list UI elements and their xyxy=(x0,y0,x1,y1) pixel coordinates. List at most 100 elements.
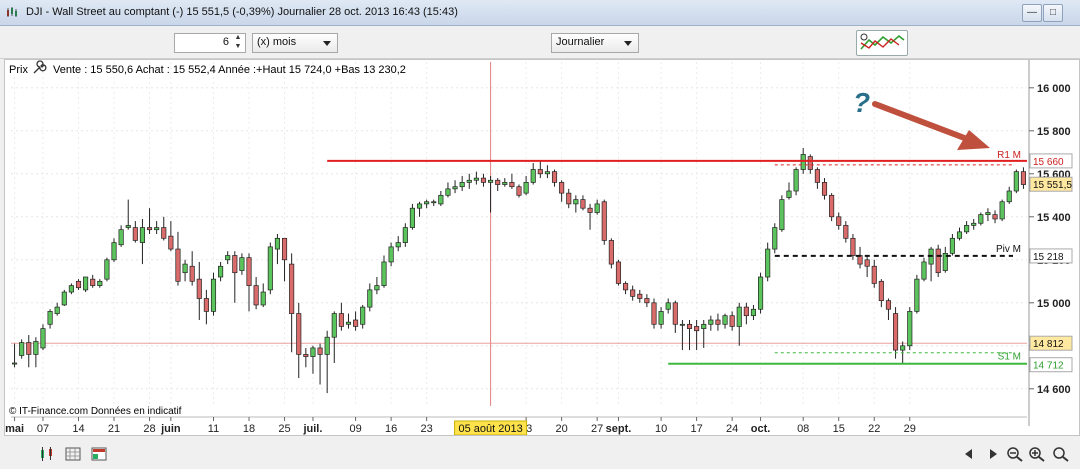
candle xyxy=(509,182,515,188)
candle xyxy=(772,227,778,250)
y-axis: 14 60014 80015 00015 20015 40015 60015 8… xyxy=(1028,60,1073,426)
x-tick-label: 28 xyxy=(143,423,155,435)
x-tick-label: 20 xyxy=(556,423,568,435)
candle xyxy=(502,182,508,185)
chevron-down-icon xyxy=(323,41,331,46)
candle xyxy=(800,154,806,170)
candle xyxy=(146,227,153,231)
timeframe-select[interactable]: Journalier xyxy=(551,33,639,53)
candle xyxy=(864,259,870,267)
chevron-down-icon xyxy=(624,41,632,46)
candle xyxy=(786,190,792,198)
scroll-left-icon[interactable] xyxy=(960,446,978,462)
x-tick-label: sept. xyxy=(606,423,632,435)
y-tick-label: 14 600 xyxy=(1037,384,1071,396)
chart-area[interactable]: R1 M Piv M S1 M 14 60014 80015 00015 20015… xyxy=(4,59,1080,436)
grid-icon[interactable] xyxy=(64,446,82,462)
zoom-reset-icon[interactable] xyxy=(1052,446,1070,462)
candle xyxy=(345,321,352,325)
candle xyxy=(694,326,700,332)
candle xyxy=(424,201,430,205)
candle xyxy=(758,276,764,310)
candle xyxy=(701,323,707,329)
candle xyxy=(253,285,259,306)
candle xyxy=(985,212,991,216)
minimize-icon: — xyxy=(1027,7,1037,18)
candle xyxy=(324,336,330,355)
candle xyxy=(793,169,799,192)
candle xyxy=(743,306,749,317)
candle xyxy=(19,342,25,356)
candles-group xyxy=(11,148,1027,394)
period-stepper[interactable]: 6 ▲ ▼ xyxy=(174,33,246,53)
candle xyxy=(310,347,316,357)
candle xyxy=(83,276,89,291)
r1-value-badge-text: 15 660 xyxy=(1033,157,1064,168)
candle xyxy=(90,278,96,286)
strategy-button[interactable] xyxy=(856,30,908,56)
x-tick-label: 08 xyxy=(797,423,809,435)
candle xyxy=(679,323,685,326)
candle xyxy=(281,237,288,261)
candle-style-icon[interactable] xyxy=(38,446,56,462)
candle xyxy=(708,319,714,325)
candle xyxy=(651,302,657,325)
period-unit-select[interactable]: (x) mois xyxy=(252,33,338,53)
zoom-in-icon[interactable] xyxy=(1028,446,1046,462)
toolbar: 6 ▲ ▼ (x) mois Journalier xyxy=(0,26,1080,59)
candle xyxy=(566,192,572,205)
price-chart[interactable]: R1 M Piv M S1 M 14 60014 80015 00015 20015… xyxy=(5,60,1079,436)
candle xyxy=(381,261,387,286)
candle xyxy=(921,261,927,280)
candle xyxy=(829,194,835,218)
candle xyxy=(523,182,529,194)
candle xyxy=(168,235,174,250)
candle xyxy=(601,201,607,241)
candle xyxy=(218,265,224,278)
maximize-icon: □ xyxy=(1049,7,1057,18)
candle xyxy=(360,306,366,325)
candle xyxy=(466,179,472,183)
candle xyxy=(587,207,593,213)
template-icon[interactable] xyxy=(90,446,108,462)
candle xyxy=(637,293,643,299)
candle xyxy=(850,237,856,256)
stepper-up-icon[interactable]: ▲ xyxy=(232,34,244,42)
y-tick-label: 16 000 xyxy=(1037,83,1071,95)
candle xyxy=(154,227,160,231)
zoom-out-icon[interactable] xyxy=(1006,446,1024,462)
period-value: 6 xyxy=(222,36,229,48)
scroll-right-icon[interactable] xyxy=(984,446,1002,462)
x-tick-label: 29 xyxy=(904,423,916,435)
x-tick-label: 25 xyxy=(278,423,290,435)
candle xyxy=(544,171,550,175)
candle xyxy=(900,345,906,351)
candle xyxy=(338,313,344,327)
wrench-icon[interactable] xyxy=(33,60,47,74)
x-tick-label: 27 xyxy=(591,423,603,435)
candle xyxy=(431,201,437,204)
minimize-button[interactable]: — xyxy=(1022,4,1042,22)
candle xyxy=(956,231,963,239)
maximize-button[interactable]: □ xyxy=(1043,4,1063,22)
candle xyxy=(161,227,167,239)
pivot-levels: R1 M Piv M S1 M xyxy=(327,150,1027,365)
candle xyxy=(267,246,273,291)
candle xyxy=(189,265,195,282)
period-unit-label: (x) mois xyxy=(257,36,297,48)
indicator-chart-icon xyxy=(860,33,905,50)
s1-value-badge-text: 14 712 xyxy=(1033,361,1064,372)
candle xyxy=(999,201,1005,220)
candle xyxy=(459,182,465,188)
candle xyxy=(907,311,913,347)
stepper-down-icon[interactable]: ▼ xyxy=(232,43,244,51)
x-tick-label: 23 xyxy=(421,423,433,435)
candle xyxy=(232,255,238,274)
y-tick-label: 15 800 xyxy=(1037,126,1071,138)
candle xyxy=(445,188,451,196)
x-tick-label: 15 xyxy=(833,423,845,435)
bottom-toolbar xyxy=(0,441,1080,469)
candle xyxy=(303,354,309,357)
candle xyxy=(388,246,394,263)
x-tick-label: 18 xyxy=(243,423,255,435)
